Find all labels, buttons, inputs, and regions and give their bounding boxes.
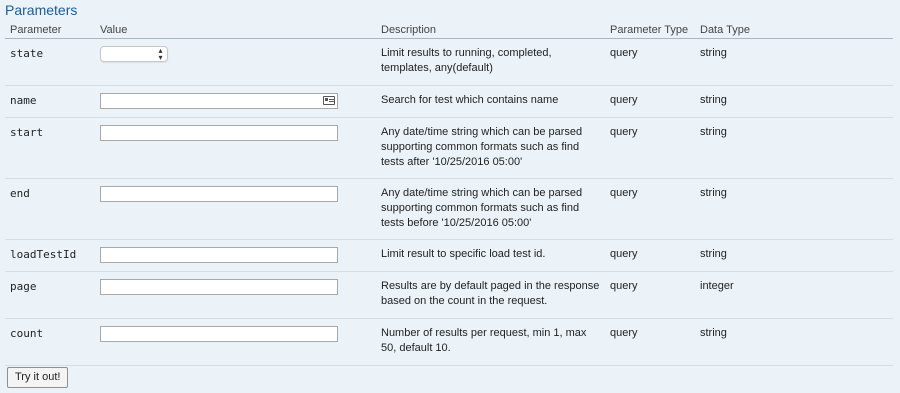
data-type: string [695, 318, 893, 366]
table-row: start Any date/time string which can be … [5, 117, 893, 179]
param-type: query [605, 38, 695, 86]
column-header-parameter-type: Parameter Type [605, 22, 695, 39]
column-header-description: Description [376, 22, 605, 39]
param-description: Search for test which contains name [376, 85, 605, 118]
param-type: query [605, 178, 695, 240]
page-input[interactable] [100, 279, 338, 295]
data-type: string [695, 239, 893, 272]
param-type: query [605, 318, 695, 366]
param-description: Number of results per request, min 1, ma… [376, 318, 605, 366]
parameters-table: Parameter Value Description Parameter Ty… [5, 22, 893, 366]
param-name: page [5, 271, 95, 319]
data-type: integer [695, 271, 893, 319]
data-type: string [695, 38, 893, 86]
data-type: string [695, 178, 893, 240]
table-row: name Search for test which contains name… [5, 85, 893, 118]
chevron-up-down-icon: ▴ ▾ [158, 46, 163, 62]
state-select[interactable]: ▴ ▾ [100, 46, 168, 62]
param-description: Results are by default paged in the resp… [376, 271, 605, 319]
param-name: start [5, 117, 95, 179]
param-description: Limit results to running, completed, tem… [376, 38, 605, 86]
param-name: state [5, 38, 95, 86]
param-description: Any date/time string which can be parsed… [376, 117, 605, 179]
table-header: Parameter Value Description Parameter Ty… [5, 22, 893, 39]
name-input[interactable] [100, 93, 338, 109]
column-header-parameter: Parameter [5, 22, 95, 39]
data-type: string [695, 85, 893, 118]
count-input[interactable] [100, 326, 338, 342]
table-row: page Results are by default paged in the… [5, 271, 893, 319]
column-header-value: Value [95, 22, 376, 39]
value-cell [95, 85, 376, 118]
section-title: Parameters [5, 2, 78, 18]
table-row: state ▴ ▾ Limit results to running, compl… [5, 38, 893, 86]
table-row: count Number of results per request, min… [5, 318, 893, 366]
param-type: query [605, 117, 695, 179]
param-name: name [5, 85, 95, 118]
value-cell [95, 117, 376, 179]
param-name: loadTestId [5, 239, 95, 272]
param-name: count [5, 318, 95, 366]
value-cell [95, 271, 376, 319]
param-description: Any date/time string which can be parsed… [376, 178, 605, 240]
contact-card-icon[interactable] [323, 96, 335, 105]
load-test-id-input[interactable] [100, 247, 338, 263]
value-cell [95, 318, 376, 366]
parameters-panel: Parameters Parameter Value Description P… [0, 0, 900, 393]
table-row: loadTestId Limit result to specific load… [5, 239, 893, 272]
data-type: string [695, 117, 893, 179]
value-cell [95, 239, 376, 272]
start-input[interactable] [100, 125, 338, 141]
table-row: end Any date/time string which can be pa… [5, 178, 893, 240]
param-name: end [5, 178, 95, 240]
param-type: query [605, 239, 695, 272]
column-header-data-type: Data Type [695, 22, 893, 39]
value-cell: ▴ ▾ [95, 38, 376, 86]
value-cell [95, 178, 376, 240]
param-description: Limit result to specific load test id. [376, 239, 605, 272]
try-it-out-button[interactable]: Try it out! [7, 367, 69, 388]
end-input[interactable] [100, 186, 338, 202]
param-type: query [605, 85, 695, 118]
param-type: query [605, 271, 695, 319]
name-input-wrap [100, 93, 338, 109]
